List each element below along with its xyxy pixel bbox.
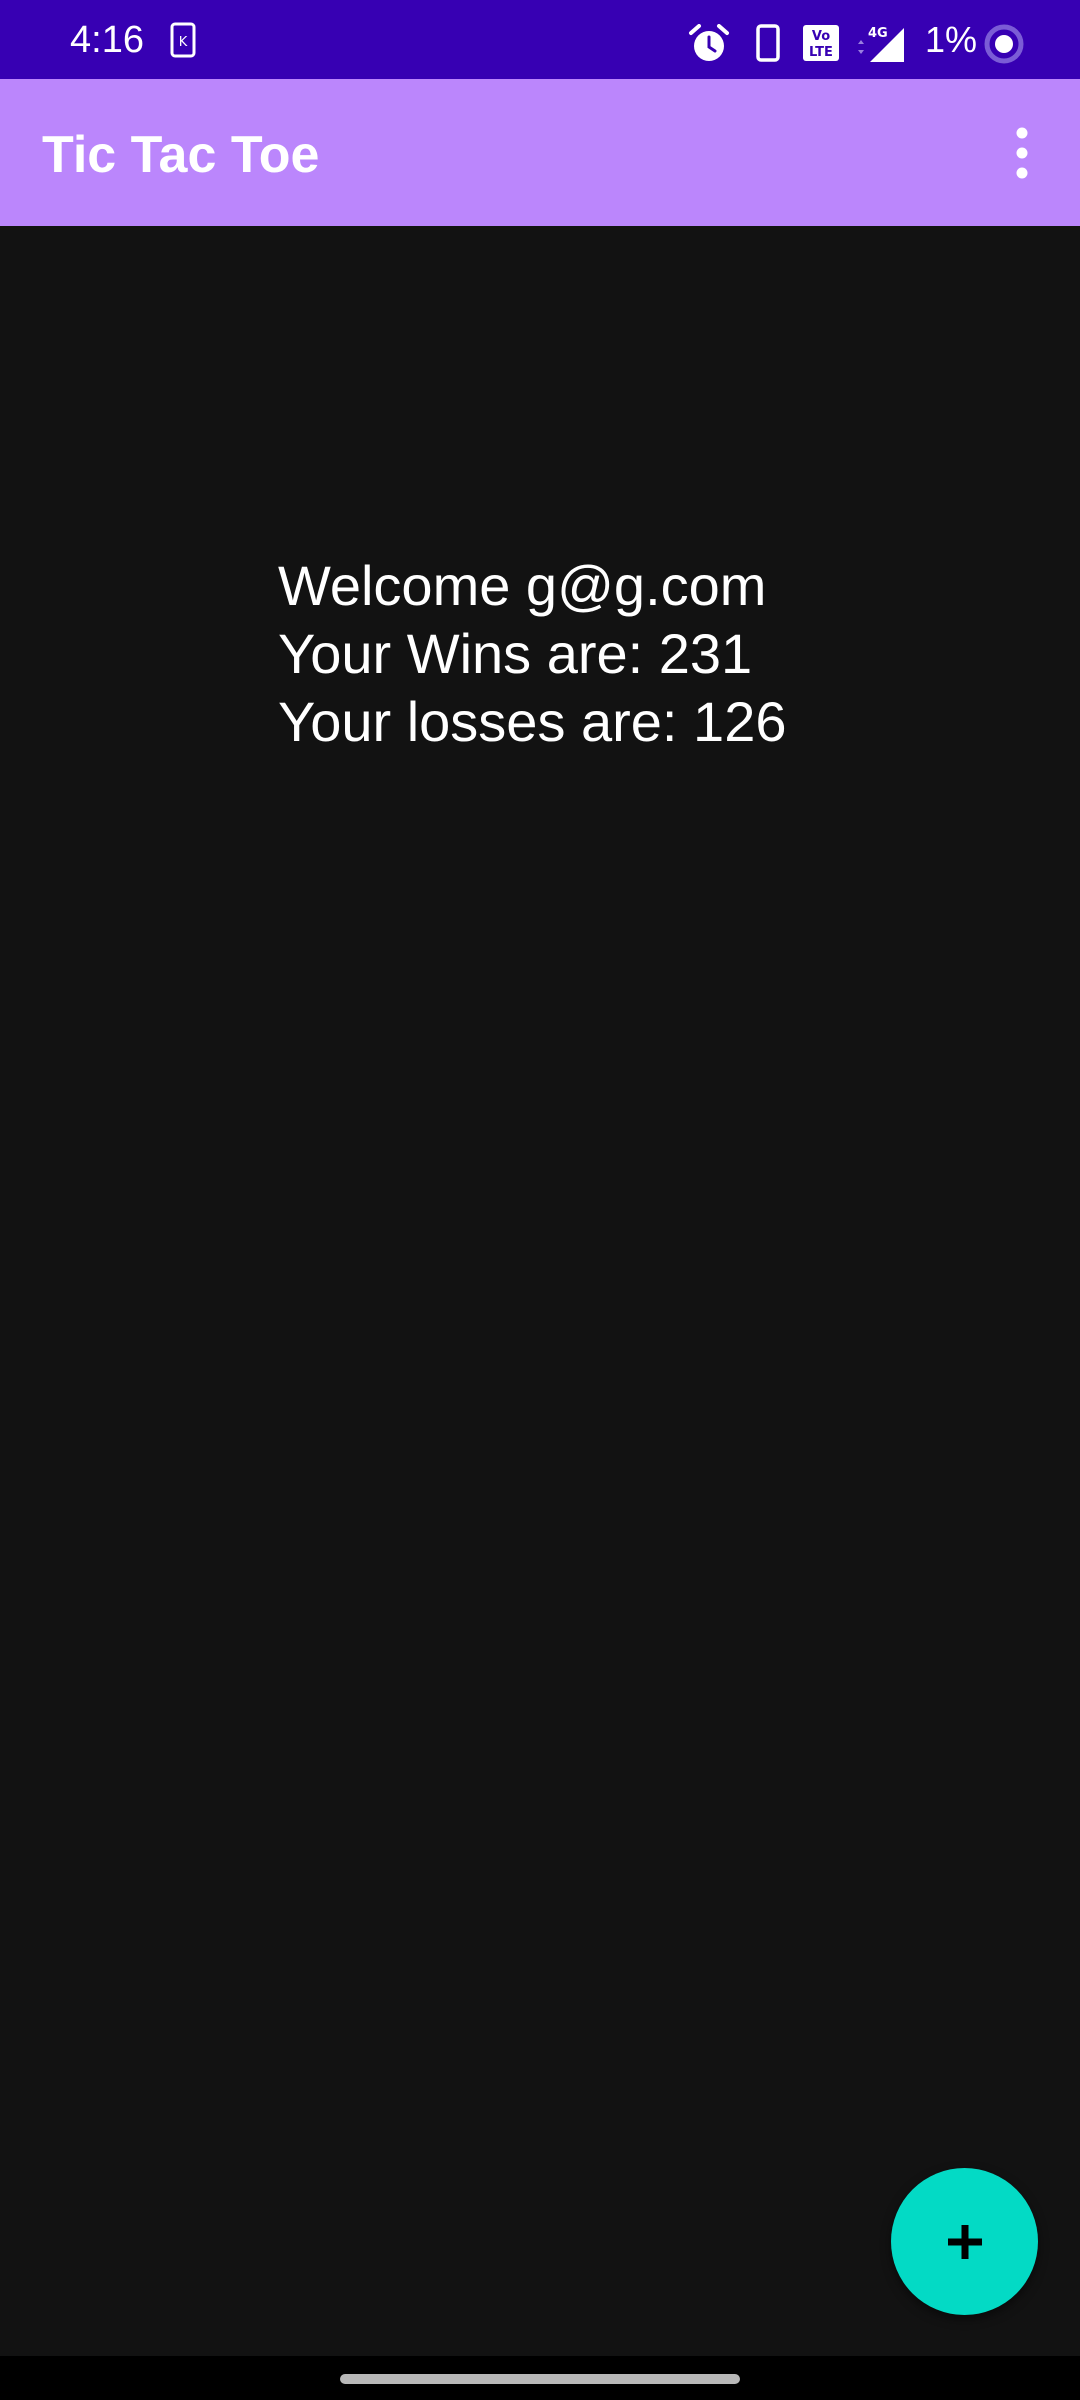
network-type-text: 4G <box>868 26 888 41</box>
more-vert-icon[interactable] <box>998 123 1046 183</box>
volte-top-text: Vo <box>812 29 830 44</box>
status-bar: 4:16 K Vo LTE 4G 1% <box>0 0 1080 79</box>
volte-icon: Vo LTE <box>803 25 839 61</box>
battery-ring-icon <box>984 24 1024 64</box>
battery-percent: 1% <box>925 19 978 60</box>
add-icon <box>947 2224 982 2259</box>
new-game-fab[interactable] <box>891 2168 1038 2315</box>
phone-icon <box>756 24 780 62</box>
alarm-icon <box>689 24 729 61</box>
volte-bottom-text: LTE <box>809 45 833 60</box>
app-title: Tic Tac Toe <box>42 126 320 184</box>
losses-text: Your losses are: 126 <box>278 690 787 753</box>
app-bar: Tic Tac Toe <box>0 79 1080 226</box>
svg-text:K: K <box>179 35 188 50</box>
navigation-bar <box>0 2356 1080 2400</box>
status-time: 4:16 <box>70 19 144 61</box>
welcome-text: Welcome g@g.com <box>278 554 767 617</box>
screen: 4:16 K Vo LTE 4G 1% Tic Tac Toe Welcome … <box>0 0 1080 2400</box>
wins-text: Your Wins are: 231 <box>278 622 753 685</box>
welcome-block: Welcome g@g.com Your Wins are: 231 Your … <box>278 552 786 756</box>
gesture-handle[interactable] <box>340 2374 740 2384</box>
4g-signal-icon: 4G <box>858 26 904 62</box>
sim-card-icon: K <box>170 22 196 58</box>
